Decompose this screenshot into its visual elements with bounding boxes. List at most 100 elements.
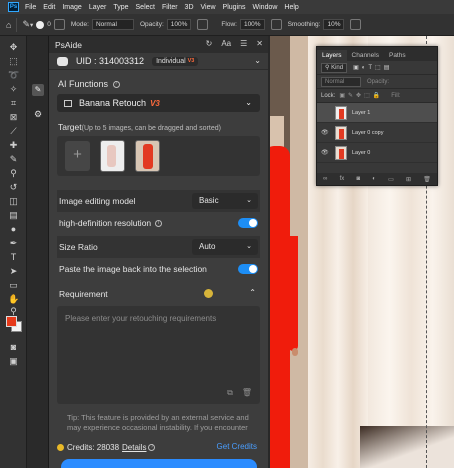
hand-tool-icon[interactable]: ✋ — [8, 294, 19, 305]
screen-mode-icon[interactable]: ▣ — [8, 356, 19, 367]
mask-icon[interactable]: ◙ — [356, 176, 360, 182]
lock-icons[interactable]: ▣✎✥⬚🔒 — [339, 92, 383, 99]
generate-button[interactable] — [61, 459, 257, 468]
move-tool-icon[interactable]: ✥ — [8, 42, 19, 53]
info-icon[interactable]: ? — [148, 443, 156, 451]
chevron-down-icon[interactable]: ⌄ — [245, 98, 252, 107]
menu-layer[interactable]: Layer — [89, 4, 107, 11]
chevron-down-icon[interactable]: ▾ — [30, 21, 33, 29]
brush-settings-icon[interactable] — [53, 19, 65, 30]
new-layer-icon[interactable]: ⊞ — [406, 176, 411, 183]
trash-icon[interactable]: 🗑 — [242, 388, 252, 398]
layer-row[interactable]: 👁 Layer 0 copy — [317, 123, 437, 143]
font-size-icon[interactable]: Aa — [221, 39, 231, 48]
link-icon[interactable]: ∞ — [323, 176, 327, 182]
add-image-button[interactable]: + — [65, 141, 90, 171]
requirement-input[interactable]: Please enter your retouching requirement… — [57, 306, 260, 404]
details-link[interactable]: Details — [122, 443, 146, 452]
hd-toggle[interactable] — [238, 218, 258, 228]
menu-view[interactable]: View — [201, 4, 216, 11]
brush-tool-icon[interactable]: ✎ — [8, 154, 19, 165]
edit-icon[interactable]: ✎ — [32, 84, 44, 96]
paste-back-row: Paste the image back into the selection — [57, 258, 260, 280]
frame-tool-icon[interactable]: ⊠ — [8, 112, 19, 123]
eyedropper-tool-icon[interactable]: ⟋ — [8, 126, 19, 137]
layer-row[interactable]: 👁 Layer 0 — [317, 143, 437, 163]
fx-icon[interactable]: fx — [340, 176, 345, 182]
airbrush-icon[interactable] — [270, 19, 282, 30]
requirement-header[interactable]: Requirement ⌃ — [57, 285, 260, 303]
eraser-tool-icon[interactable]: ◫ — [8, 196, 19, 207]
brush-size[interactable]: 0 — [47, 21, 51, 28]
history-brush-icon[interactable]: ↺ — [8, 182, 19, 193]
crop-tool-icon[interactable]: ⌗ — [8, 98, 19, 109]
layer-filter-kind[interactable]: ⚲ Kind — [321, 62, 348, 73]
blend-mode-select[interactable]: Normal — [321, 76, 361, 87]
tool-bar: ✥ ⬚ ➰ ✧ ⌗ ⊠ ⟋ ✚ ✎ ⚲ ↺ ◫ ▤ ● ✒ T ➤ ▭ ✋ ⚲ … — [0, 36, 27, 468]
brush-preset-icon[interactable] — [36, 20, 45, 29]
folder-icon[interactable]: ▭ — [388, 176, 394, 183]
flow-field[interactable]: 100% — [239, 19, 265, 30]
menu-icon[interactable]: ☰ — [240, 39, 247, 48]
flow-label: Flow: — [221, 21, 237, 28]
rectangle-tool-icon[interactable]: ▭ — [8, 280, 19, 291]
foreground-color-swatch[interactable] — [6, 316, 17, 327]
account-row[interactable]: UID : 314003312 Individual V3 ⌄ — [49, 53, 268, 70]
dodge-tool-icon[interactable]: ● — [8, 224, 19, 235]
target-thumbnail-1[interactable] — [100, 140, 125, 172]
tab-paths[interactable]: Paths — [384, 50, 411, 61]
quick-mask-icon[interactable]: ◙ — [8, 342, 19, 353]
smoothing-label: Smoothing: — [287, 21, 321, 28]
hand — [292, 348, 298, 356]
filter-icons[interactable]: ▣◐T⬚▤ — [353, 64, 392, 71]
refresh-icon[interactable]: ↻ — [206, 39, 213, 48]
path-select-icon[interactable]: ➤ — [8, 266, 19, 277]
info-icon[interactable]: i — [155, 219, 163, 227]
lasso-tool-icon[interactable]: ➰ — [8, 70, 19, 81]
close-icon[interactable]: ✕ — [256, 39, 263, 48]
image-model-select[interactable]: Basic ⌄ — [192, 193, 258, 209]
menu-file[interactable]: File — [25, 4, 36, 11]
ai-function-select[interactable]: Banana Retouch V3 ⌄ — [57, 94, 260, 112]
healing-brush-icon[interactable]: ✚ — [8, 140, 19, 151]
size-ratio-select[interactable]: Auto ⌄ — [192, 239, 258, 255]
gradient-tool-icon[interactable]: ▤ — [8, 210, 19, 221]
tab-layers[interactable]: Layers — [317, 50, 347, 61]
expand-icon[interactable]: ⧉ — [227, 388, 233, 398]
marquee-tool-icon[interactable]: ⬚ — [8, 56, 19, 67]
menu-help[interactable]: Help — [284, 4, 298, 11]
menu-3d[interactable]: 3D — [185, 4, 194, 11]
eye-icon[interactable]: 👁 — [321, 129, 329, 136]
paste-back-toggle[interactable] — [238, 264, 258, 274]
smoothing-field[interactable]: 10% — [323, 19, 345, 30]
mode-select[interactable]: Normal — [91, 19, 134, 30]
menu-select[interactable]: Select — [136, 4, 155, 11]
home-icon[interactable]: ⌂ — [6, 20, 11, 30]
layer-row[interactable]: Layer 1 — [317, 103, 437, 123]
pressure-opacity-icon[interactable] — [197, 19, 209, 30]
trash-icon[interactable]: 🗑 — [423, 176, 431, 183]
chevron-down-icon[interactable]: ⌄ — [254, 56, 261, 65]
opacity-field[interactable]: 100% — [166, 19, 192, 30]
brush-tool-icon[interactable]: ✎ — [22, 19, 30, 30]
stamp-tool-icon[interactable]: ⚲ — [8, 168, 19, 179]
quick-select-tool-icon[interactable]: ✧ — [8, 84, 19, 95]
tab-channels[interactable]: Channels — [347, 50, 384, 61]
type-tool-icon[interactable]: T — [8, 252, 19, 263]
menu-window[interactable]: Window — [253, 4, 278, 11]
gear-icon[interactable]: ⚙ — [32, 108, 44, 120]
pen-tool-icon[interactable]: ✒ — [8, 238, 19, 249]
eye-icon[interactable]: 👁 — [321, 149, 329, 156]
menu-type[interactable]: Type — [113, 4, 128, 11]
menu-filter[interactable]: Filter — [162, 4, 178, 11]
adjustment-icon[interactable]: ◐ — [372, 176, 376, 182]
info-icon[interactable]: ? — [112, 81, 120, 89]
menu-edit[interactable]: Edit — [43, 4, 55, 11]
get-credits-link[interactable]: Get Credits — [217, 442, 257, 451]
chevron-up-icon[interactable]: ⌃ — [249, 288, 256, 297]
smoothing-settings-icon[interactable] — [350, 19, 362, 30]
menu-image[interactable]: Image — [62, 4, 81, 11]
red-dress-sleeve — [288, 236, 298, 351]
target-thumbnail-2[interactable] — [135, 140, 160, 172]
menu-plugins[interactable]: Plugins — [223, 4, 246, 11]
